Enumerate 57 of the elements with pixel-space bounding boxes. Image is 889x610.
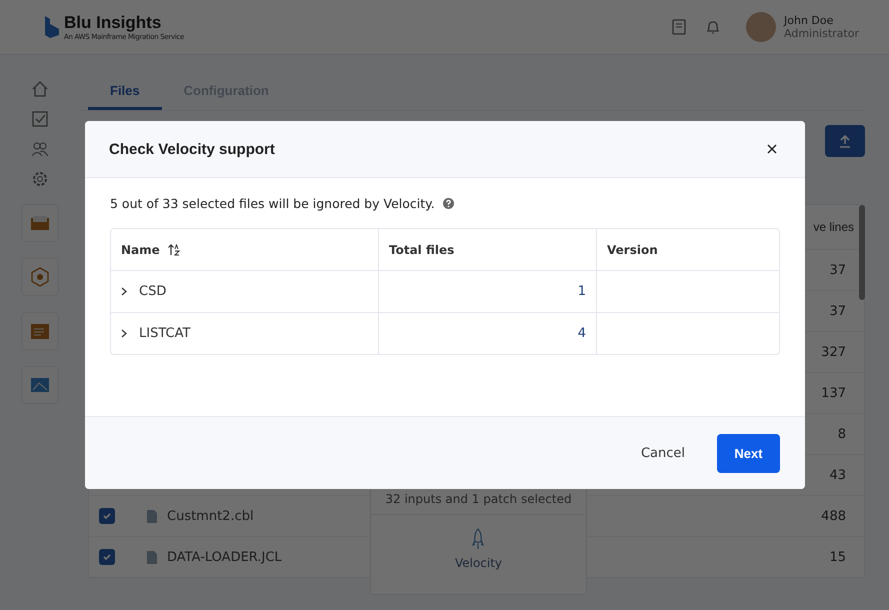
book-icon[interactable] (672, 19, 686, 35)
checkbox[interactable] (99, 508, 115, 524)
checkmark-icon (102, 552, 112, 562)
user-role: Administrator (784, 27, 859, 40)
checklist-icon[interactable] (31, 110, 49, 128)
file-name: DATA-LOADER.JCL (167, 550, 282, 564)
line-count: 37 (829, 262, 846, 278)
rocket-icon (472, 528, 484, 550)
module-tile[interactable] (21, 204, 59, 242)
line-count: 327 (821, 344, 846, 360)
table-cell: CSD (139, 284, 166, 299)
chevron-icon[interactable] (121, 287, 127, 296)
settings-icon[interactable] (31, 170, 49, 188)
line-count: 43 (829, 468, 846, 482)
line-count: 15 (829, 550, 846, 564)
sort-icon[interactable] (168, 244, 181, 256)
help-icon[interactable] (442, 198, 454, 209)
line-count: 8 (838, 426, 846, 442)
column-header: ve lines (813, 220, 854, 234)
module-tile[interactable] (21, 258, 59, 296)
user-name: John Doe (784, 14, 834, 27)
file-icon (147, 510, 157, 522)
checkbox[interactable] (99, 549, 115, 565)
hexagon-icon (30, 267, 50, 287)
line-count: 137 (821, 386, 846, 400)
notification-icon[interactable] (706, 19, 720, 35)
module-tile[interactable] (21, 366, 59, 404)
folder-icon (30, 322, 50, 340)
logo-icon (44, 15, 60, 39)
table-cell: LISTCAT (139, 326, 190, 341)
module-tile[interactable] (21, 312, 59, 350)
inbox-icon (30, 215, 50, 231)
column-header: Total files (389, 242, 454, 256)
scrollbar[interactable] (859, 205, 865, 300)
brand-name: Blu Insights (64, 13, 162, 33)
close-icon (767, 144, 777, 154)
upload-button[interactable] (825, 125, 865, 157)
line-count: 37 (829, 304, 846, 318)
column-header: Version (607, 242, 658, 256)
chevron-icon[interactable] (121, 329, 127, 338)
home-icon[interactable] (31, 80, 49, 98)
file-name: Custmnt2.cbl (167, 508, 254, 524)
cancel-button[interactable]: Cancel (630, 436, 695, 470)
velocity-button[interactable]: Velocity (448, 527, 508, 571)
line-count: 488 (821, 508, 846, 524)
dialog-title: Check Velocity support (109, 140, 275, 158)
table-cell: 1 (578, 284, 586, 299)
file-icon (147, 550, 157, 564)
upload-icon (839, 134, 851, 148)
column-header[interactable]: Name (121, 242, 160, 256)
table-cell: 4 (578, 326, 586, 341)
users-icon[interactable] (31, 140, 49, 158)
checkmark-icon (102, 511, 112, 521)
next-button[interactable]: Next (717, 434, 780, 472)
dialog-message: 5 out of 33 selected files will be ignored by Velocity. (110, 196, 435, 211)
image-icon (30, 376, 50, 394)
avatar[interactable] (746, 12, 776, 42)
